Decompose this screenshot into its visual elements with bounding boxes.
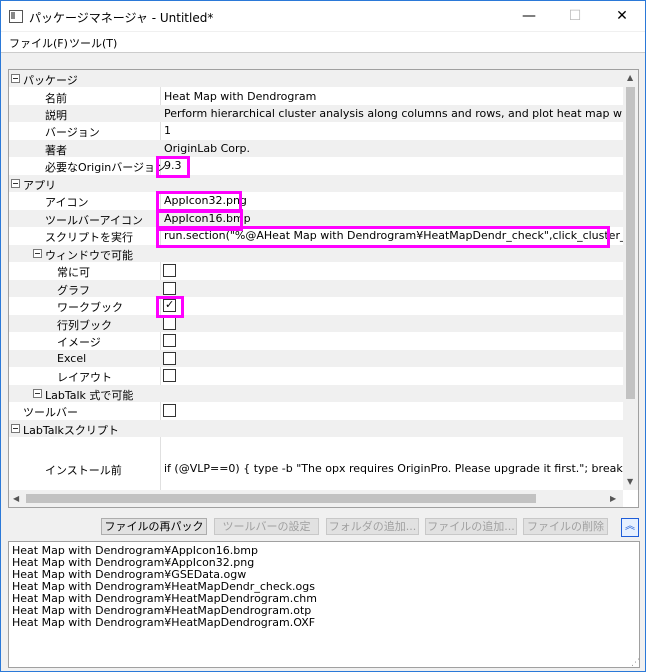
property-name: ツールバーアイコン [45,214,144,227]
collapse-toggle-icon[interactable] [11,179,20,188]
property-value[interactable]: if (@VLP==0) { type -b "The opx requires… [164,462,638,475]
property-value[interactable]: AppIcon32.png [164,194,247,207]
window-icon [9,10,23,23]
row-name[interactable]: 名前 Heat Map with Dendrogram [9,88,623,105]
row-layout[interactable]: レイアウト [9,367,623,384]
property-value[interactable]: Perform hierarchical cluster analysis al… [164,107,638,120]
checkbox[interactable] [163,282,176,295]
scroll-left-icon[interactable]: ◀ [13,494,19,503]
property-name: スクリプトを実行 [45,231,133,244]
property-name: ツールバー [23,406,78,419]
repack-files-button[interactable]: ファイルの再パック [101,518,207,535]
property-value[interactable]: run.section("%@AHeat Map with Dendrogram… [164,229,638,242]
property-name: イメージ [57,336,101,349]
toolbar-settings-button[interactable]: ツールバーの設定 [214,518,319,535]
scroll-up-icon[interactable]: ▲ [627,73,633,82]
checkmark-icon: ✓ [165,298,175,311]
checkbox[interactable] [163,317,176,330]
menu-bar: ファイル(F) ツール(T) [1,32,645,53]
row-icon[interactable]: アイコン AppIcon32.png [9,192,623,209]
add-file-button[interactable]: ファイルの追加... [425,518,517,535]
menu-file[interactable]: ファイル(F) [9,35,68,51]
property-name: パッケージ [23,74,78,87]
row-description[interactable]: 説明 Perform hierarchical cluster analysis … [9,105,638,122]
collapse-toggle-icon[interactable] [11,424,20,433]
collapse-toggle-icon[interactable] [11,74,20,83]
row-labtalk-script[interactable]: LabTalkスクリプト [9,420,623,437]
checkbox[interactable] [163,264,176,277]
property-name: Excel [57,352,87,365]
row-pre-install[interactable]: インストール前 if (@VLP==0) { type -b "The opx r… [9,437,638,485]
row-excel[interactable]: Excel [9,350,623,367]
checkbox[interactable] [163,369,176,382]
row-image[interactable]: イメージ [9,332,623,349]
window-title: パッケージマネージャ - Untitled* [29,11,214,25]
checkbox[interactable]: ✓ [163,298,176,312]
row-window-enabled[interactable]: ウィンドウで可能 [9,245,623,262]
collapse-toggle-icon[interactable] [33,389,42,398]
resize-grip-icon[interactable]: ⋰ [631,658,640,668]
property-name: ウィンドウで可能 [45,249,133,262]
file-list[interactable]: Heat Map with Dendrogram¥AppIcon16.bmp He… [8,541,640,668]
title-bar[interactable]: パッケージマネージャ - Untitled* — ☐ ✕ [1,1,645,31]
property-name: グラフ [57,284,90,297]
maximize-button[interactable]: ☐ [552,1,598,31]
row-required-version[interactable]: 必要なOriginバージョン 9.3 [9,157,623,174]
minimize-button[interactable]: — [506,1,552,31]
row-run-script[interactable]: スクリプトを実行 run.section("%@AHeat Map with De… [9,227,638,244]
row-toolbar[interactable]: ツールバー [9,402,623,419]
row-labtalk-expression[interactable]: LabTalk 式で可能 [9,385,623,402]
vertical-scroll-thumb[interactable] [626,87,635,399]
scroll-right-icon[interactable]: ▶ [610,494,616,503]
package-manager-window: パッケージマネージャ - Untitled* — ☐ ✕ ファイル(F) ツール… [0,0,646,672]
property-name: レイアウト [57,371,112,384]
row-author[interactable]: 著者 OriginLab Corp. [9,140,623,157]
property-value[interactable]: Heat Map with Dendrogram [164,90,316,103]
horizontal-scrollbar[interactable]: ◀ ▶ [9,490,623,507]
scroll-down-icon[interactable]: ▼ [627,477,633,486]
row-toolbar-icon[interactable]: ツールバーアイコン AppIcon16.bmp [9,210,623,227]
property-name: 名前 [45,92,67,105]
row-matrixbook[interactable]: 行列ブック [9,315,623,332]
row-app[interactable]: アプリ [9,175,623,192]
property-value[interactable]: 9.3 [164,159,182,172]
horizontal-scroll-thumb[interactable] [26,494,536,503]
property-value[interactable]: OriginLab Corp. [164,142,250,155]
property-name: 説明 [45,109,67,122]
checkbox[interactable] [163,404,176,417]
row-version[interactable]: バージョン 1 [9,122,623,139]
row-graph[interactable]: グラフ [9,280,623,297]
property-name: ワークブック [57,301,123,314]
property-name: 著者 [45,144,67,157]
row-package[interactable]: パッケージ [9,70,623,87]
close-button[interactable]: ✕ [599,1,645,31]
checkbox[interactable] [163,334,176,347]
property-name: バージョン [45,126,100,139]
collapse-up-icon[interactable]: ︽ [621,518,639,537]
property-name: LabTalkスクリプト [23,424,119,437]
file-list-item[interactable]: Heat Map with Dendrogram¥HeatMapDendrogr… [12,616,315,629]
vertical-scrollbar[interactable]: ▲ ▼ [623,70,638,490]
property-name: 必要なOriginバージョン [45,161,167,174]
row-workbook[interactable]: ワークブック ✓ [9,297,623,314]
property-name: LabTalk 式で可能 [45,389,134,402]
property-grid[interactable]: パッケージ名前 Heat Map with Dendrogram 説明 Perform… [8,69,639,508]
property-name: 行列ブック [57,319,112,332]
property-name: インストール前 [45,464,122,477]
property-value[interactable]: 1 [164,124,171,137]
property-name: 常に可 [57,266,90,279]
property-value[interactable]: AppIcon16.bmp [164,212,251,225]
delete-file-button[interactable]: ファイルの削除 [523,518,608,535]
menu-tools[interactable]: ツール(T) [69,35,117,51]
property-name: アイコン [45,196,89,209]
checkbox[interactable] [163,352,176,365]
add-folder-button[interactable]: フォルダの追加... [326,518,419,535]
collapse-toggle-icon[interactable] [33,249,42,258]
row-always[interactable]: 常に可 [9,262,623,279]
property-name: アプリ [23,179,56,192]
